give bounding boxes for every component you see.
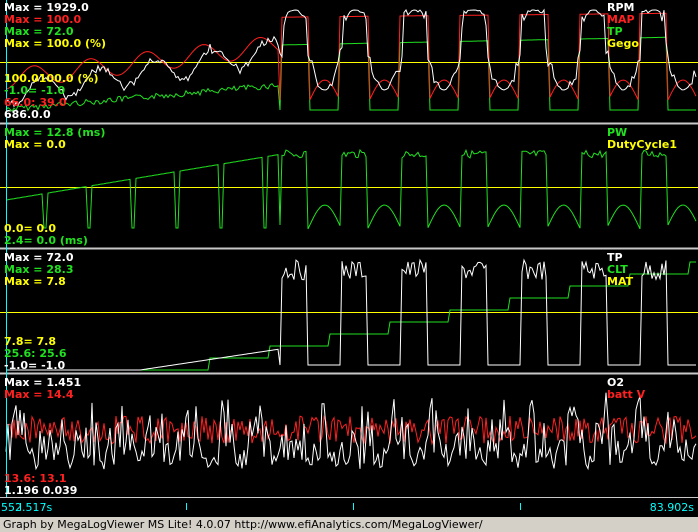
panel3-max-mat: Max = 7.8 [4, 275, 66, 288]
panel2-cursor-pw: 2.4= 0.0 (ms) [4, 234, 88, 247]
panel3-cursor-tp: -1.0= -1.0 [4, 359, 65, 372]
panel4-max-batt: Max = 14.4 [4, 388, 74, 401]
status-bar-text: Graph by MegaLogViewer MS Lite! 4.0.07 h… [3, 518, 483, 531]
panel3-legend-mat: MAT [607, 275, 634, 288]
panel4-cursor-o2: 1.196 0.039 [4, 484, 77, 497]
panel2-legend-duty: DutyCycle1 [607, 138, 677, 151]
log-graph-area[interactable]: 552.517s 83.902s Max = 1929.0 Max = 100.… [0, 0, 698, 517]
panel1-cursor-rpm: 686.0.0 [4, 108, 51, 121]
panel1-max-gego: Max = 100.0 (%) [4, 37, 106, 50]
time-end-label: 83.902s [650, 501, 694, 514]
panel2-max-duty: Max = 0.0 [4, 138, 66, 151]
panel4-legend-batt: batt V [607, 388, 646, 401]
panel1-legend-gego: Gego [607, 37, 639, 50]
time-start-label: 552.517s [1, 501, 52, 514]
status-bar: Graph by MegaLogViewer MS Lite! 4.0.07 h… [0, 517, 698, 532]
